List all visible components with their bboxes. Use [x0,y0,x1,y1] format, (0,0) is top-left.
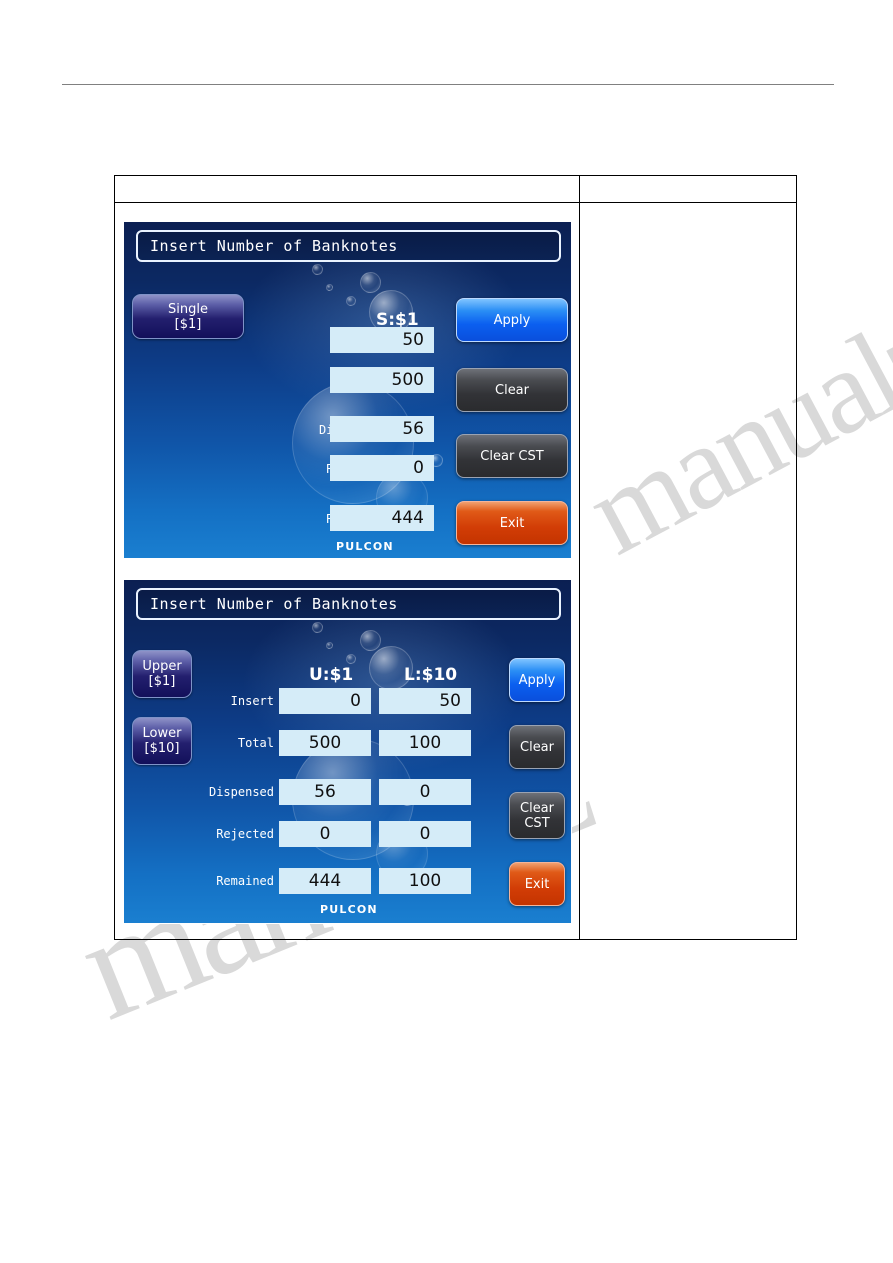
field-value-remained[interactable]: 444 [330,505,434,531]
bubble-decoration-icon [360,272,381,293]
denomination-button-single-line1: Single [168,301,208,317]
clear-button-label: Clear [495,382,529,398]
field-value-total-lower[interactable]: 100 [379,730,471,756]
apply-button-label: Apply [518,672,556,688]
clear-button[interactable]: Clear [456,368,568,412]
brand-logo: PULCON [320,903,378,916]
field-value-rejected-upper[interactable]: 0 [279,821,371,847]
exit-button-label: Exit [499,515,525,531]
clear-cst-button-line1: Clear [520,800,554,816]
field-label-insert: Insert [230,694,274,708]
table-header-row [115,176,796,203]
brand-logo: PULCON [336,540,394,553]
exit-button[interactable]: Exit [456,501,568,545]
denomination-button-single[interactable]: Single [$1] [132,294,244,339]
screen-title-bar: Insert Number of Banknotes [136,230,561,262]
denomination-button-upper-line2: [$1] [148,674,176,689]
apply-button[interactable]: Apply [509,658,565,702]
bubble-decoration-icon [312,622,323,633]
table-header-right-text [580,176,796,184]
field-value-remained-upper[interactable]: 444 [279,868,371,894]
table-body-row: Insert Number of Banknotes Single [$1] S… [115,203,796,939]
content-table: Insert Number of Banknotes Single [$1] S… [114,175,797,940]
apply-button-label: Apply [493,312,531,328]
field-label-rejected: Rejected [216,827,274,841]
exit-button-label: Exit [524,876,550,892]
field-value-insert-lower[interactable]: 50 [379,688,471,714]
field-value-insert[interactable]: 50 [330,327,434,353]
field-value-total[interactable]: 500 [330,367,434,393]
exit-button[interactable]: Exit [509,862,565,906]
bubble-decoration-icon [312,264,323,275]
denomination-button-upper[interactable]: Upper [$1] [132,650,192,698]
field-label-total: Total [237,736,274,750]
field-value-dispensed-lower[interactable]: 0 [379,779,471,805]
screen-title-bar: Insert Number of Banknotes [136,588,561,620]
column-header-upper: U:$1 [309,665,354,685]
field-value-remained-lower[interactable]: 100 [379,868,471,894]
field-label-remained: Remained [216,874,274,888]
field-value-rejected-lower[interactable]: 0 [379,821,471,847]
document-page: manualzz.com manualzz O [0,0,893,1263]
bubble-decoration-icon [346,654,356,664]
clear-cst-button-line2: CST [524,815,550,831]
clear-button-label: Clear [520,739,554,755]
field-value-total-upper[interactable]: 500 [279,730,371,756]
column-header-lower: L:$10 [404,665,458,685]
table-header-cell-right [580,176,796,202]
device-screens-container: Insert Number of Banknotes Single [$1] S… [123,221,572,924]
field-value-insert-upper[interactable]: 0 [279,688,371,714]
table-header-cell-left [115,176,580,202]
bubble-decoration-icon [326,284,333,291]
single-cassette-screen[interactable]: Insert Number of Banknotes Single [$1] S… [123,221,572,559]
denomination-button-upper-line1: Upper [142,659,182,674]
clear-button[interactable]: Clear [509,725,565,769]
table-body-cell-left: Insert Number of Banknotes Single [$1] S… [115,203,580,939]
page-header-rule [62,84,834,85]
field-value-dispensed-upper[interactable]: 56 [279,779,371,805]
denomination-button-single-line2: [$1] [174,316,202,332]
clear-cst-button-label: Clear CST [480,448,544,464]
field-value-rejected[interactable]: 0 [330,455,434,481]
apply-button[interactable]: Apply [456,298,568,342]
clear-cst-button[interactable]: Clear CST [456,434,568,478]
table-header-left-text [115,176,579,184]
bubble-decoration-icon [292,382,414,504]
field-value-dispensed[interactable]: 56 [330,416,434,442]
field-label-dispensed: Dispensed [208,785,274,799]
bubble-decoration-icon [346,296,356,306]
bubble-decoration-icon [360,630,381,651]
table-body-cell-right [580,203,796,939]
table-body-right-text [580,203,796,213]
clear-cst-button[interactable]: Clear CST [509,792,565,839]
dual-cassette-screen[interactable]: Insert Number of Banknotes Upper [$1] Lo… [123,579,572,924]
bubble-decoration-icon [326,642,333,649]
